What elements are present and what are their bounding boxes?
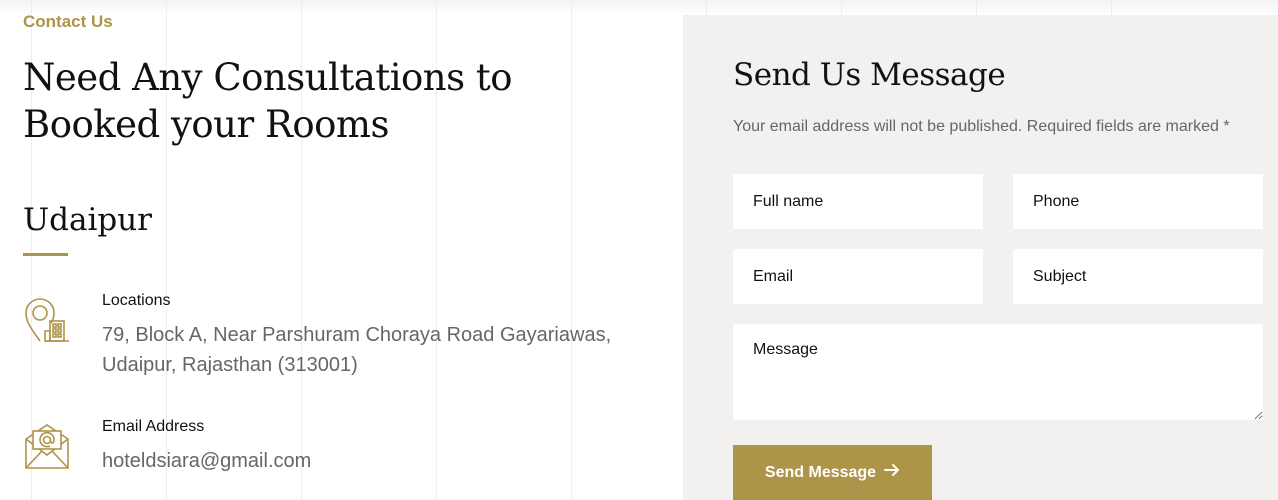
form-note: Your email address will not be published…	[733, 118, 1230, 135]
fullname-input[interactable]	[733, 174, 983, 229]
location-building-icon	[23, 295, 71, 343]
message-textarea[interactable]	[733, 324, 1263, 420]
section-headline: Need Any Consultations to Booked your Ro…	[23, 56, 513, 146]
section-eyebrow: Contact Us	[23, 12, 113, 31]
city-heading: Udaipur	[23, 202, 152, 238]
location-title: Locations	[102, 292, 171, 309]
message-form-panel: Send Us Message Your email address will …	[683, 15, 1278, 500]
top-strip	[0, 0, 1278, 15]
email-envelope-icon	[23, 421, 71, 469]
email-title: Email Address	[102, 418, 205, 435]
form-title: Send Us Message	[733, 57, 1006, 93]
send-message-button[interactable]: Send Message	[733, 445, 932, 500]
subject-input[interactable]	[1013, 249, 1263, 304]
send-message-label: Send Message	[764, 463, 877, 481]
city-underline	[23, 253, 68, 256]
arrow-right-icon	[884, 463, 900, 482]
location-address: 79, Block A, Near Parshuram Choraya Road…	[102, 324, 612, 376]
email-input[interactable]	[733, 249, 983, 304]
email-address: hoteldsiara@gmail.com	[102, 450, 312, 472]
phone-input[interactable]	[1013, 174, 1263, 229]
